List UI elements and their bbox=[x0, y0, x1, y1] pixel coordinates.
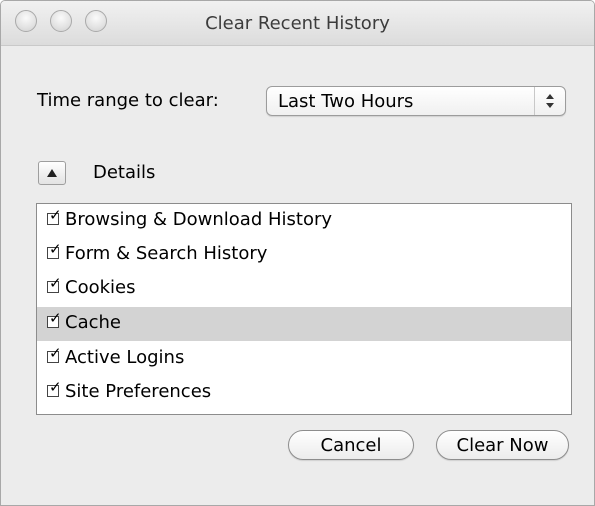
clear-now-button[interactable]: Clear Now bbox=[436, 430, 569, 460]
time-range-value: Last Two Hours bbox=[278, 91, 414, 112]
window-title: Clear Recent History bbox=[205, 13, 390, 34]
details-label: Details bbox=[93, 162, 156, 183]
list-item-label: Form & Search History bbox=[65, 243, 268, 264]
list-item-label: Active Logins bbox=[65, 347, 185, 368]
triangle-up-icon bbox=[47, 169, 57, 177]
checkbox-cache[interactable]: ✓ bbox=[47, 311, 62, 328]
title-bar[interactable]: Clear Recent History bbox=[1, 1, 594, 46]
list-item-label: Site Preferences bbox=[65, 381, 212, 402]
list-item-label: Cache bbox=[65, 312, 121, 333]
checkbox-active-logins[interactable]: ✓ bbox=[47, 346, 62, 363]
list-item-selected[interactable]: ✓ Cache bbox=[37, 307, 571, 341]
details-toggle-button[interactable] bbox=[38, 161, 66, 185]
list-item[interactable]: ✓ Browsing & Download History bbox=[37, 204, 571, 238]
cancel-button[interactable]: Cancel bbox=[288, 430, 414, 460]
time-range-label: Time range to clear: bbox=[37, 90, 219, 111]
list-item[interactable]: ✓ Cookies bbox=[37, 272, 571, 306]
checkbox-cookies[interactable]: ✓ bbox=[47, 276, 62, 293]
list-item-label: Browsing & Download History bbox=[65, 209, 333, 230]
list-item[interactable]: ✓ Site Preferences bbox=[37, 376, 571, 410]
list-item[interactable]: ✓ Form & Search History bbox=[37, 238, 571, 272]
checkbox-form-search-history[interactable]: ✓ bbox=[47, 242, 62, 259]
checkbox-browsing-history[interactable]: ✓ bbox=[47, 208, 62, 225]
select-arrows-icon bbox=[534, 87, 565, 115]
list-item[interactable]: ✓ Active Logins bbox=[37, 342, 571, 376]
time-range-select[interactable]: Last Two Hours bbox=[266, 86, 566, 116]
list-item-label: Cookies bbox=[65, 277, 136, 298]
checkbox-site-preferences[interactable]: ✓ bbox=[47, 380, 62, 397]
items-list[interactable]: ✓ Browsing & Download History ✓ Form & S… bbox=[36, 203, 572, 415]
clear-history-dialog: Clear Recent History Time range to clear… bbox=[0, 0, 595, 506]
